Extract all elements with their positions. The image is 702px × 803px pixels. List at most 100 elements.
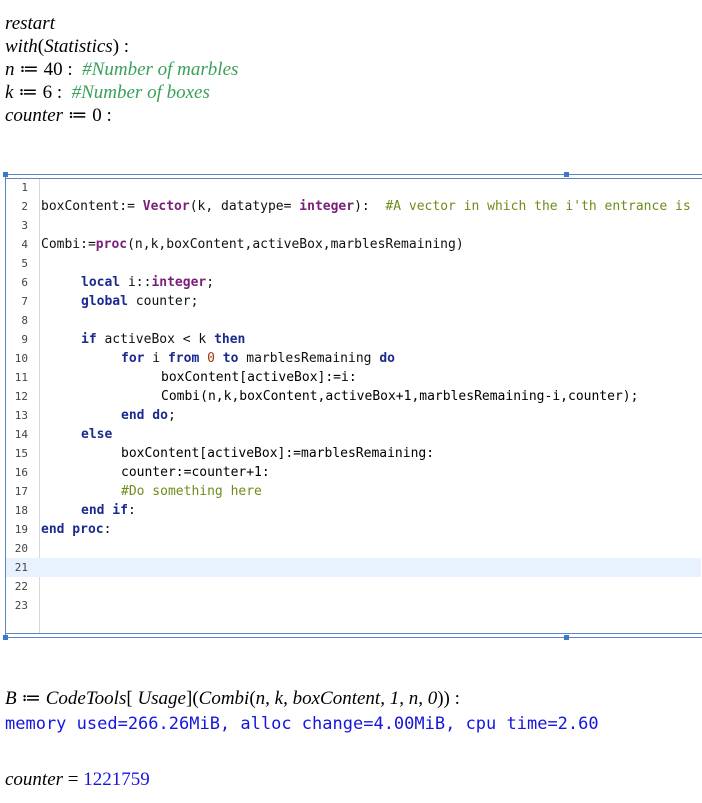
code-token: else	[81, 427, 113, 442]
code-token: boxContent:=	[41, 199, 143, 214]
line-number: 19	[14, 523, 28, 536]
code-token: local	[81, 275, 121, 290]
code-token: from	[167, 351, 200, 366]
code-token: global	[81, 294, 128, 309]
code-token: to	[222, 351, 239, 366]
code-line-18[interactable]: 18 end if:	[6, 501, 701, 520]
line-number: 6	[21, 276, 28, 289]
code-token: (k, datatype=	[189, 199, 300, 214]
code-line-13[interactable]: 13 end do;	[6, 406, 701, 425]
with-command[interactable]: with(Statistics) :	[5, 36, 129, 58]
code-token: marblesRemaining	[238, 351, 380, 366]
code-line-21-active[interactable]: 21	[6, 558, 701, 577]
code-comment: #Do something here	[121, 484, 262, 499]
code-line-16[interactable]: 16 counter:=counter+1:	[6, 463, 701, 482]
line-number: 16	[14, 466, 28, 479]
line-number: 7	[21, 295, 28, 308]
resize-handle-top[interactable]	[564, 172, 569, 177]
code-token: :	[103, 522, 112, 537]
code-token: then	[214, 332, 246, 347]
line-number: 3	[21, 219, 28, 232]
with-package: Statistics	[44, 36, 113, 57]
code-line-17[interactable]: 17 #Do something here	[6, 482, 701, 501]
code-token: counter;	[127, 294, 199, 309]
line-number: 1	[21, 181, 28, 194]
code-token: boxContent[activeBox]:=i:	[161, 370, 357, 385]
code-token: end proc	[41, 522, 104, 537]
code-token: do	[379, 351, 395, 366]
code-token: boxContent[activeBox]:=marblesRemaining:	[121, 446, 435, 461]
code-line-3[interactable]: 3	[6, 216, 701, 235]
code-token: ):	[354, 199, 386, 214]
k-comment: #Number of boxes	[71, 82, 210, 103]
code-token: 0	[199, 351, 223, 366]
line-number: 18	[14, 504, 28, 517]
code-line-7[interactable]: 7 global counter;	[6, 292, 701, 311]
code-line-2[interactable]: 2 boxContent:= Vector(k, datatype= intege…	[6, 197, 701, 216]
code-line-9[interactable]: 9 if activeBox < k then	[6, 330, 701, 349]
code-line-15[interactable]: 15 boxContent[activeBox]:=marblesRemainin…	[6, 444, 701, 463]
line-number: 20	[14, 542, 28, 555]
code-line-8[interactable]: 8	[6, 311, 701, 330]
code-token: Combi:=	[41, 237, 96, 252]
code-line-20[interactable]: 20	[6, 539, 701, 558]
code-line-6[interactable]: 6 local i::integer;	[6, 273, 701, 292]
code-token: :	[127, 503, 136, 518]
code-edit-region[interactable]: 1 2 boxContent:= Vector(k, datatype= inte…	[3, 172, 702, 640]
region-bottom-border	[6, 633, 702, 634]
code-token: (n,k,boxContent,activeBox,marblesRemaini…	[127, 237, 464, 252]
n-variable: n	[5, 59, 15, 80]
restart-command[interactable]: restart	[5, 13, 55, 35]
n-value: 40	[43, 59, 63, 80]
counter-output: counter = 1221759	[5, 769, 150, 790]
resize-handle-bottom-left[interactable]	[3, 635, 8, 640]
line-number: 5	[21, 257, 28, 270]
line-number: 2	[21, 200, 28, 213]
n-assignment[interactable]: n ≔ 40 : #Number of marbles	[5, 59, 238, 81]
restart-text: restart	[5, 13, 55, 34]
line-number: 17	[14, 485, 28, 498]
counter-output-label: counter	[5, 769, 64, 790]
code-line-11[interactable]: 11 boxContent[activeBox]:=i:	[6, 368, 701, 387]
code-line-23[interactable]: 23	[6, 596, 701, 615]
resize-handle-bottom[interactable]	[564, 635, 569, 640]
k-value: 6	[42, 82, 53, 103]
code-token: if	[81, 332, 97, 347]
line-number: 23	[14, 599, 28, 612]
code-token: Combi(n,k,boxContent,activeBox+1,marbles…	[161, 389, 639, 404]
combi-function: Combi	[198, 688, 250, 709]
line-number: 13	[14, 409, 28, 422]
code-line-10[interactable]: 10 for i from 0 to marblesRemaining do	[6, 349, 701, 368]
code-token: i::	[120, 275, 152, 290]
usage-index: Usage	[137, 688, 186, 709]
usage-output: memory used=266.26MiB, alloc change=4.00…	[5, 714, 599, 734]
line-number: 22	[14, 580, 28, 593]
code-line-22[interactable]: 22	[6, 577, 701, 596]
code-token: proc	[95, 237, 128, 252]
counter-variable: counter	[5, 105, 64, 126]
code-line-12[interactable]: 12 Combi(n,k,boxContent,activeBox+1,marbl…	[6, 387, 701, 406]
line-number: 21	[14, 561, 28, 574]
combi-arguments: n, k, boxContent, 1, n, 0	[255, 688, 438, 709]
line-number: 12	[14, 390, 28, 403]
code-token: ;	[206, 275, 215, 290]
b-variable: B	[5, 688, 17, 709]
code-line-5[interactable]: 5	[6, 254, 701, 273]
usage-command[interactable]: B ≔ CodeTools[ Usage](Combi(n, k, boxCon…	[5, 688, 460, 710]
code-token: Vector	[142, 199, 190, 214]
n-comment: #Number of marbles	[82, 59, 239, 80]
code-line-14[interactable]: 14 else	[6, 425, 701, 444]
code-line-1[interactable]: 1	[6, 178, 701, 197]
code-token: integer	[299, 199, 355, 214]
code-token: ;	[167, 408, 176, 423]
k-variable: k	[5, 82, 14, 103]
with-keyword: with	[5, 36, 38, 57]
k-assignment[interactable]: k ≔ 6 : #Number of boxes	[5, 82, 210, 104]
counter-assignment[interactable]: counter ≔ 0 :	[5, 105, 112, 127]
line-number: 8	[21, 314, 28, 327]
code-line-4[interactable]: 4 Combi:=proc(n,k,boxContent,activeBox,ma…	[6, 235, 701, 254]
code-line-19[interactable]: 19 end proc:	[6, 520, 701, 539]
resize-handle-top-left[interactable]	[3, 172, 8, 177]
code-token: end do	[121, 408, 168, 423]
code-token: for	[121, 351, 145, 366]
